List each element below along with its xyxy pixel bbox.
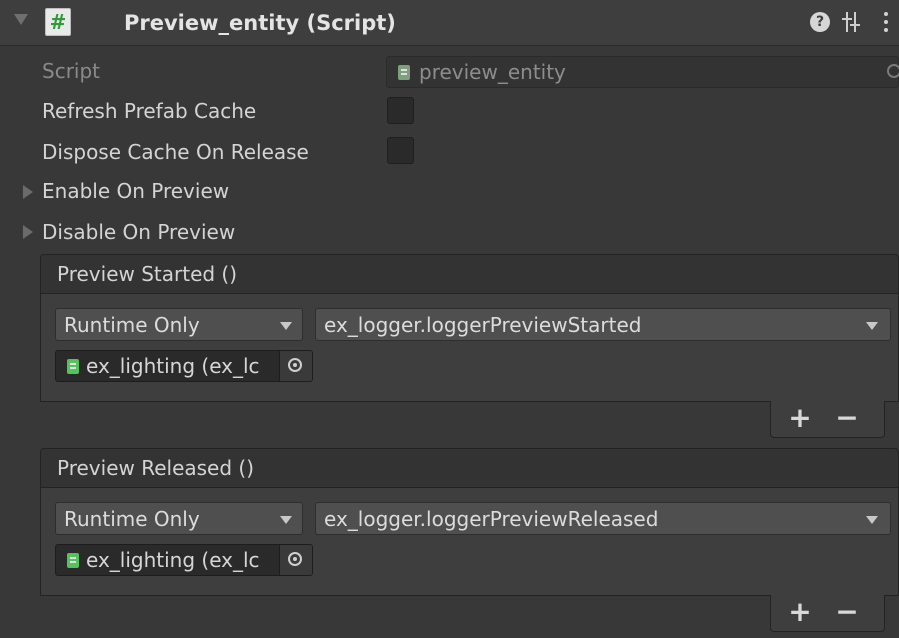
runtime-mode-value: Runtime Only [64,313,200,337]
add-button[interactable]: + [786,403,814,433]
chevron-down-icon [866,516,878,524]
help-icon[interactable]: ? [810,12,830,32]
event-header-preview-released: Preview Released () [40,448,899,488]
component-header[interactable]: # Preview_entity (Script) ? [0,0,899,46]
dispose-cache-label: Dispose Cache On Release [42,140,309,164]
event-header-preview-started: Preview Started () [40,254,899,294]
script-object-field: preview_entity [386,56,899,88]
target-object-field[interactable]: ex_lighting (ex_lc [55,544,313,576]
event-add-remove-preview-started: + − [770,401,885,438]
runtime-mode-value: Runtime Only [64,507,200,531]
script-field-value: preview_entity [419,60,566,84]
target-icon [288,552,302,566]
function-dropdown[interactable]: ex_logger.loggerPreviewStarted [315,308,891,341]
csharp-script-icon: # [45,8,71,36]
script-file-icon [398,65,410,80]
dispose-cache-checkbox[interactable] [387,137,414,164]
script-file-icon [67,553,79,568]
target-object-field[interactable]: ex_lighting (ex_lc [55,350,313,382]
runtime-mode-dropdown[interactable]: Runtime Only [55,308,303,341]
object-picker-icon [887,64,899,78]
expand-arrow-icon[interactable] [23,185,33,199]
function-value: ex_logger.loggerPreviewReleased [324,507,659,531]
runtime-mode-dropdown[interactable]: Runtime Only [55,502,303,535]
event-title: Preview Started () [57,262,238,286]
presets-icon[interactable] [840,9,862,35]
remove-button[interactable]: − [833,597,861,627]
function-dropdown[interactable]: ex_logger.loggerPreviewReleased [315,502,891,535]
fold-arrow-icon[interactable] [14,14,28,25]
disable-on-preview-foldout[interactable]: Disable On Preview [42,218,235,246]
event-body-preview-started: Runtime Only ex_logger.loggerPreviewStar… [40,294,899,402]
expand-arrow-icon[interactable] [23,225,33,239]
script-file-icon [67,359,79,374]
component-title: Preview_entity (Script) [124,11,396,35]
event-add-remove-preview-released: + − [770,595,885,632]
target-icon [288,358,302,372]
target-object-value: ex_lighting (ex_lc [86,354,260,378]
chevron-down-icon [280,516,292,524]
script-label: Script [42,59,101,83]
enable-on-preview-foldout[interactable]: Enable On Preview [42,177,229,205]
object-picker-button[interactable] [279,351,312,381]
chevron-down-icon [280,322,292,330]
remove-button[interactable]: − [833,403,861,433]
target-object-value: ex_lighting (ex_lc [86,548,260,572]
refresh-prefab-cache-checkbox[interactable] [387,97,414,124]
chevron-down-icon [866,322,878,330]
function-value: ex_logger.loggerPreviewStarted [324,313,642,337]
event-title: Preview Released () [57,456,255,480]
kebab-menu-icon[interactable] [880,10,892,36]
object-picker-button[interactable] [279,545,312,575]
add-button[interactable]: + [786,597,814,627]
event-body-preview-released: Runtime Only ex_logger.loggerPreviewRele… [40,488,899,596]
refresh-prefab-cache-label: Refresh Prefab Cache [42,99,257,123]
